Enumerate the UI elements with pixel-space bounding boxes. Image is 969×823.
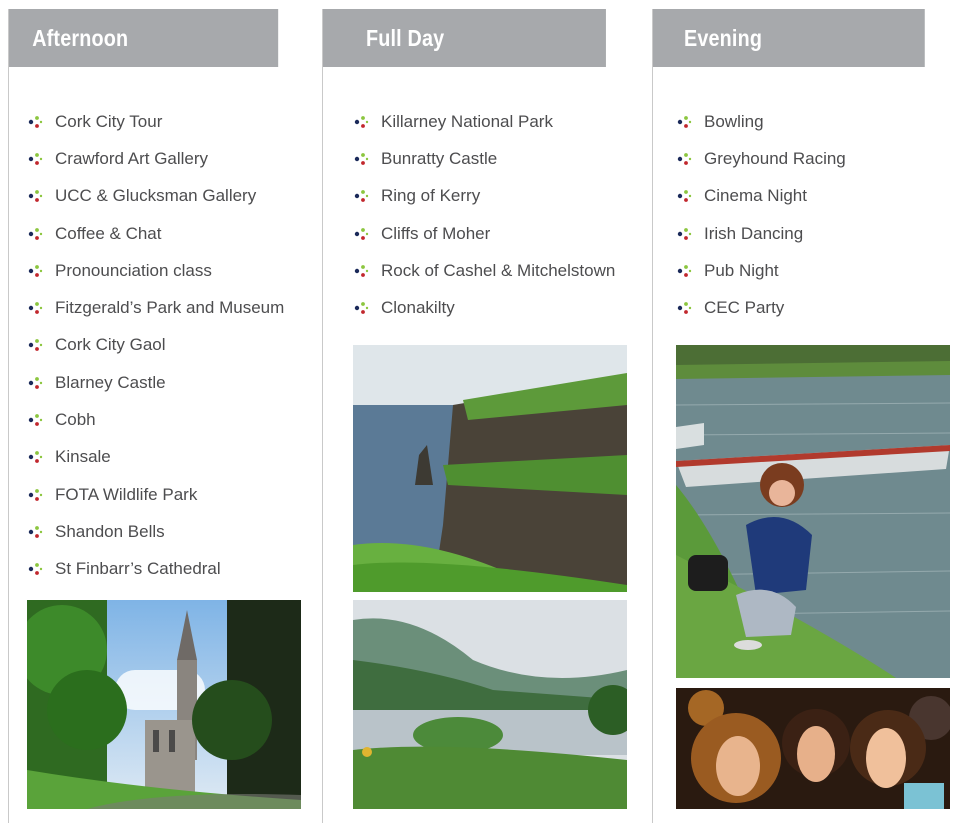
bullet-icon <box>354 264 369 277</box>
lake-photo <box>353 600 627 809</box>
list-item: UCC & Glucksman Gallery <box>27 178 284 215</box>
list-item: Cobh <box>27 401 284 438</box>
list-item: Cliffs of Moher <box>353 215 615 252</box>
list-item-label: Shandon Bells <box>55 521 165 541</box>
list-item-label: Ring of Kerry <box>381 186 481 206</box>
bullet-icon <box>677 115 692 128</box>
list-item-label: Cliffs of Moher <box>381 223 491 243</box>
evening-activity-list: Bowling Greyhound Racing Cinema Night Ir… <box>676 103 846 327</box>
afternoon-activity-list: Cork City Tour Crawford Art Gallery UCC … <box>27 103 284 588</box>
column-header-full-day: Full Day <box>323 9 606 67</box>
list-item: CEC Party <box>676 289 846 326</box>
list-item: Kinsale <box>27 439 284 476</box>
list-item-label: Rock of Cashel & Mitchelstown <box>381 260 616 280</box>
list-item-label: CEC Party <box>704 298 785 318</box>
list-item-label: St Finbarr’s Cathedral <box>55 559 221 579</box>
bullet-icon <box>28 488 43 501</box>
bullet-icon <box>354 227 369 240</box>
party-photo <box>676 688 950 809</box>
column-header-evening: Evening <box>653 9 925 67</box>
bullet-icon <box>28 190 43 203</box>
list-item: Ring of Kerry <box>353 178 615 215</box>
bullet-icon <box>28 339 43 352</box>
list-item-label: Bunratty Castle <box>381 148 498 168</box>
list-item-label: Fitzgerald’s Park and Museum <box>55 298 285 318</box>
bullet-icon <box>677 153 692 165</box>
list-item: Crawford Art Gallery <box>27 140 284 177</box>
boats-lake-photo <box>676 345 950 678</box>
list-item-label: Cork City Tour <box>55 111 163 131</box>
list-item-label: Kinsale <box>55 447 111 467</box>
bullet-icon <box>677 227 692 240</box>
list-item: Fitzgerald’s Park and Museum <box>27 289 284 326</box>
full-day-activity-list: Killarney National Park Bunratty Castle … <box>353 103 615 327</box>
list-item-label: UCC & Glucksman Gallery <box>55 186 257 206</box>
bullet-icon <box>28 264 43 277</box>
list-item-label: Blarney Castle <box>55 372 166 392</box>
list-item: Cinema Night <box>676 178 846 215</box>
bullet-icon <box>28 526 43 538</box>
bullet-icon <box>28 153 43 165</box>
bullet-icon <box>354 190 369 203</box>
list-item-label: Coffee & Chat <box>55 223 162 243</box>
bullet-icon <box>28 115 43 128</box>
column-header-afternoon: Afternoon <box>9 9 279 67</box>
bullet-icon <box>677 302 692 315</box>
bullet-icon <box>28 414 43 426</box>
bullet-icon <box>354 153 369 165</box>
bullet-icon <box>28 302 43 315</box>
column-evening: Evening Bowling Greyhound Racing Cinema … <box>652 9 969 823</box>
list-item-label: Clonakilty <box>381 298 455 318</box>
list-item-label: Crawford Art Gallery <box>55 148 209 168</box>
cathedral-photo <box>27 600 301 809</box>
column-full-day: Full Day Killarney National Park Bunratt… <box>322 9 652 823</box>
list-item: Rock of Cashel & Mitchelstown <box>353 252 615 289</box>
list-item: FOTA Wildlife Park <box>27 476 284 513</box>
list-item: Cork City Gaol <box>27 327 284 364</box>
list-item: Pub Night <box>676 252 846 289</box>
list-item: Coffee & Chat <box>27 215 284 252</box>
list-item: Shandon Bells <box>27 513 284 550</box>
bullet-icon <box>354 115 369 128</box>
list-item: Bowling <box>676 103 846 140</box>
list-item: Bunratty Castle <box>353 140 615 177</box>
list-item: Blarney Castle <box>27 364 284 401</box>
list-item: Greyhound Racing <box>676 140 846 177</box>
bullet-icon <box>354 302 369 315</box>
list-item: Irish Dancing <box>676 215 846 252</box>
list-item: St Finbarr’s Cathedral <box>27 551 284 588</box>
cliffs-photo <box>353 345 627 592</box>
list-item: Clonakilty <box>353 289 615 326</box>
list-item-label: Cobh <box>55 410 96 430</box>
list-item-label: FOTA Wildlife Park <box>55 484 198 504</box>
list-item: Killarney National Park <box>353 103 615 140</box>
list-item: Cork City Tour <box>27 103 284 140</box>
list-item-label: Bowling <box>704 111 764 131</box>
list-item-label: Greyhound Racing <box>704 148 846 168</box>
list-item-label: Pronounciation class <box>55 260 212 280</box>
bullet-icon <box>28 563 43 576</box>
bullet-icon <box>28 376 43 389</box>
bullet-icon <box>677 190 692 203</box>
list-item-label: Cinema Night <box>704 186 807 206</box>
list-item-label: Cork City Gaol <box>55 335 166 355</box>
activities-table: Afternoon Cork City Tour Crawford Art Ga… <box>8 9 969 823</box>
list-item-label: Killarney National Park <box>381 111 553 131</box>
column-afternoon: Afternoon Cork City Tour Crawford Art Ga… <box>8 9 322 823</box>
list-item-label: Pub Night <box>704 260 779 280</box>
list-item: Pronounciation class <box>27 252 284 289</box>
bullet-icon <box>677 264 692 277</box>
bullet-icon <box>28 227 43 240</box>
list-item-label: Irish Dancing <box>704 223 804 243</box>
bullet-icon <box>28 451 43 464</box>
